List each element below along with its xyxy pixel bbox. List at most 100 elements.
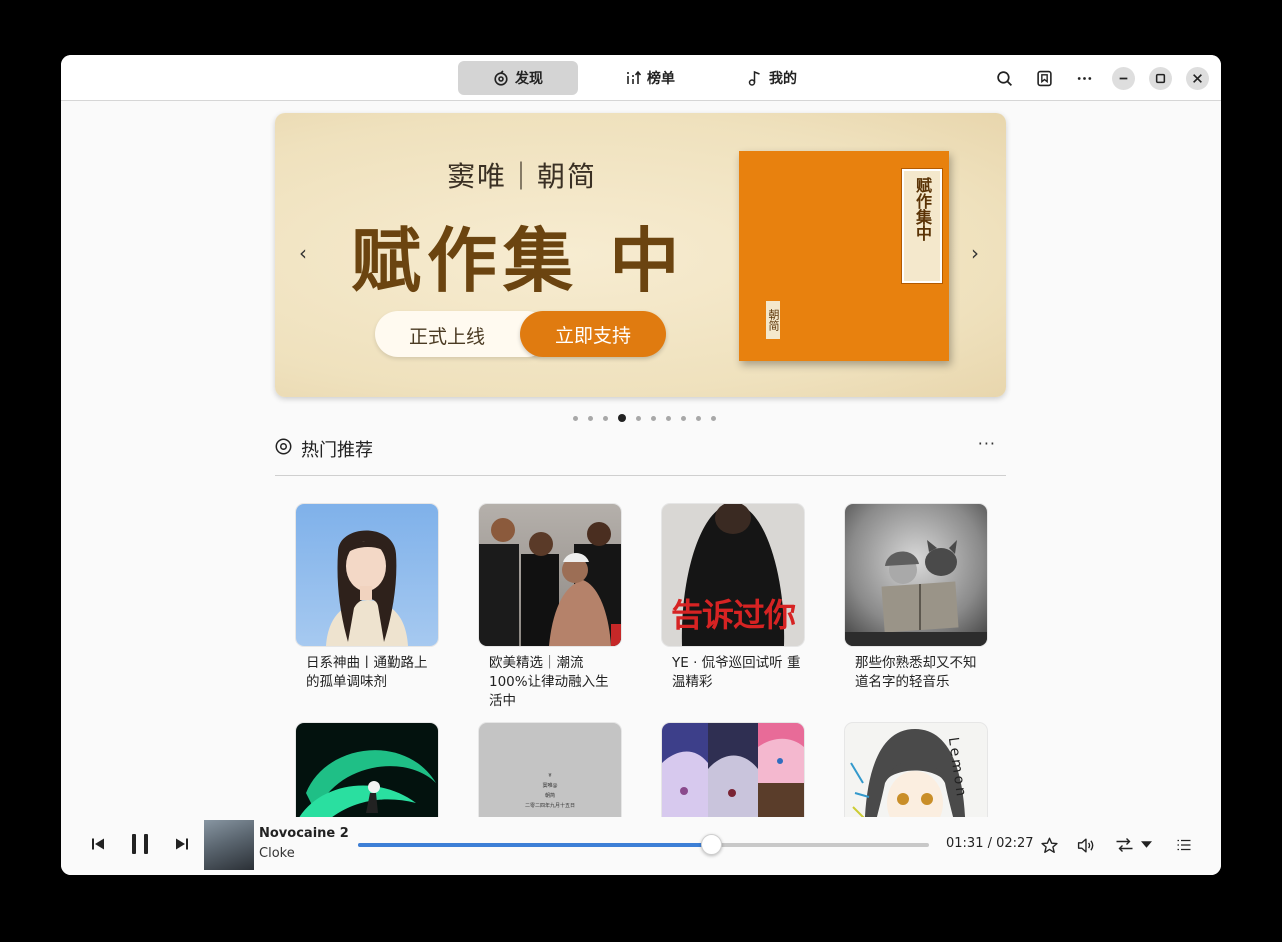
banner-page-dot[interactable] (711, 415, 716, 421)
promo-banner[interactable]: 窦唯｜朝简 赋作集 中 正式上线 立即支持 赋作集中 朝简 ‹ › (275, 113, 1006, 397)
playlist-queue-button[interactable] (1175, 835, 1193, 855)
playlist-card[interactable]: 欧美精选｜潮流100%让律动融入生活中 (479, 504, 621, 711)
cover-line: ¥ (548, 773, 552, 779)
pause-icon (132, 834, 148, 854)
search-button[interactable] (992, 66, 1016, 90)
playlist-title: 欧美精选｜潮流100%让律动融入生活中 (489, 655, 609, 709)
minimize-button[interactable] (1112, 67, 1135, 90)
playback-time: 01:31 / 02:27 (946, 836, 1034, 851)
track-artist[interactable]: Cloke (259, 846, 295, 861)
playlist-cover (296, 504, 438, 646)
tab-mine[interactable]: 我的 (712, 61, 832, 95)
banner-next-button[interactable]: › (965, 241, 985, 265)
tab-discover-label: 发现 (515, 71, 543, 87)
chevron-left-icon: ‹ (299, 241, 307, 265)
tab-discover[interactable]: 发现 (458, 61, 578, 95)
playlist-card[interactable]: ¥ 窦唯@ 朝简 二零二四年九月十五日 (479, 723, 621, 817)
cover-line: 朝简 (544, 793, 555, 799)
previous-button[interactable] (89, 835, 107, 853)
playlist-cover (296, 723, 438, 817)
chart-icon (627, 70, 641, 84)
close-icon (1193, 74, 1202, 83)
banner-pagination (573, 414, 716, 422)
playlist-cover (845, 504, 987, 646)
playlist-cover: Lemon (845, 723, 987, 817)
banner-page-dot[interactable] (588, 415, 593, 421)
album-cover-art: 赋作集中 朝简 (739, 151, 949, 361)
progress-slider[interactable] (358, 834, 929, 855)
volume-button[interactable] (1075, 835, 1097, 855)
banner-prev-button[interactable]: ‹ (293, 241, 313, 265)
playlist-card[interactable]: 日系神曲丨通勤路上的孤单调味剂 (296, 504, 438, 692)
maximize-icon (1155, 73, 1166, 84)
player-bar: Novocaine 2 Cloke 01:31 / 02:27 (61, 817, 1221, 875)
playlist-cover: ¥ 窦唯@ 朝简 二零二四年九月十五日 (479, 723, 621, 817)
section-more-button[interactable]: ··· (978, 434, 996, 453)
banner-status-label: 正式上线 (409, 326, 486, 348)
discover-icon (494, 70, 508, 86)
more-icon (1077, 76, 1091, 80)
playlist-title: YE · 侃爷巡回试听 重温精彩 (672, 655, 801, 690)
banner-page-dot[interactable] (618, 414, 626, 422)
discover-page: 窦唯｜朝简 赋作集 中 正式上线 立即支持 赋作集中 朝简 ‹ › 热门推荐 ·… (61, 102, 1221, 817)
playlist-icon (1177, 839, 1191, 851)
playlist-cover: 告诉过你 (662, 504, 804, 646)
pause-button[interactable] (129, 832, 151, 856)
minimize-icon (1119, 77, 1128, 80)
banner-page-dot[interactable] (651, 415, 656, 421)
more-button[interactable] (1072, 66, 1096, 90)
playlist-title: 日系神曲丨通勤路上的孤单调味剂 (306, 655, 428, 690)
cover-line: 窦唯@ (542, 783, 558, 789)
next-icon (176, 838, 188, 850)
maximize-button[interactable] (1149, 67, 1172, 90)
progress-handle[interactable] (701, 834, 723, 855)
app-window: 发现 榜单 我的 窦唯｜朝简 赋作集 中 正式上线 立即支持 赋作集中 朝简 ‹… (61, 55, 1221, 875)
banner-title: 赋作集 中 (351, 219, 686, 302)
cover-line: 二零二四年九月十五日 (524, 803, 575, 809)
cover-text: 告诉过你 (670, 596, 796, 634)
bookmark-button[interactable] (1032, 66, 1056, 90)
banner-subtitle: 窦唯｜朝简 (447, 160, 598, 193)
tab-mine-label: 我的 (769, 71, 797, 87)
hot-recommend-header: 热门推荐 ··· (275, 434, 1006, 476)
album-cover-label: 赋作集中 (901, 168, 943, 284)
playlist-card[interactable] (296, 723, 438, 817)
support-now-button[interactable]: 立即支持 (520, 311, 666, 357)
now-playing-artwork[interactable] (204, 820, 254, 870)
playlist-card[interactable]: 告诉过你 YE · 侃爷巡回试听 重温精彩 (662, 504, 804, 692)
banner-page-dot[interactable] (603, 415, 608, 421)
album-cover-small-label: 朝简 (766, 301, 780, 339)
banner-page-dot[interactable] (681, 415, 686, 421)
banner-page-dot[interactable] (573, 415, 578, 421)
playlist-card[interactable]: 那些你熟悉却又不知道名字的轻音乐 (845, 504, 987, 692)
repeat-icon (1116, 838, 1132, 852)
playlist-title: 那些你熟悉却又不知道名字的轻音乐 (855, 655, 977, 690)
progress-fill (358, 843, 712, 847)
bookmark-icon (1036, 70, 1052, 86)
playlist-card[interactable]: Lemon (845, 723, 987, 817)
repeat-mode-dropdown[interactable] (1139, 837, 1153, 851)
target-icon (275, 438, 292, 455)
music-note-icon (748, 70, 760, 86)
search-icon (996, 70, 1012, 86)
chevron-right-icon: › (971, 241, 979, 265)
volume-icon (1077, 837, 1093, 853)
track-title[interactable]: Novocaine 2 (259, 826, 349, 841)
close-button[interactable] (1186, 67, 1209, 90)
repeat-mode-button[interactable] (1113, 835, 1135, 855)
playlist-cover (479, 504, 621, 646)
dropdown-icon (1140, 840, 1152, 848)
header-bar: 发现 榜单 我的 (61, 55, 1221, 101)
favorite-button[interactable] (1039, 835, 1059, 855)
tab-charts-label: 榜单 (647, 71, 675, 87)
next-button[interactable] (173, 835, 191, 853)
previous-icon (92, 838, 104, 850)
tab-charts[interactable]: 榜单 (590, 61, 710, 95)
playlist-card[interactable] (662, 723, 804, 817)
banner-page-dot[interactable] (696, 415, 701, 421)
banner-page-dot[interactable] (666, 415, 671, 421)
section-title: 热门推荐 (301, 440, 373, 461)
playlist-cover (662, 723, 804, 817)
star-icon (1040, 837, 1058, 853)
banner-page-dot[interactable] (636, 415, 641, 421)
